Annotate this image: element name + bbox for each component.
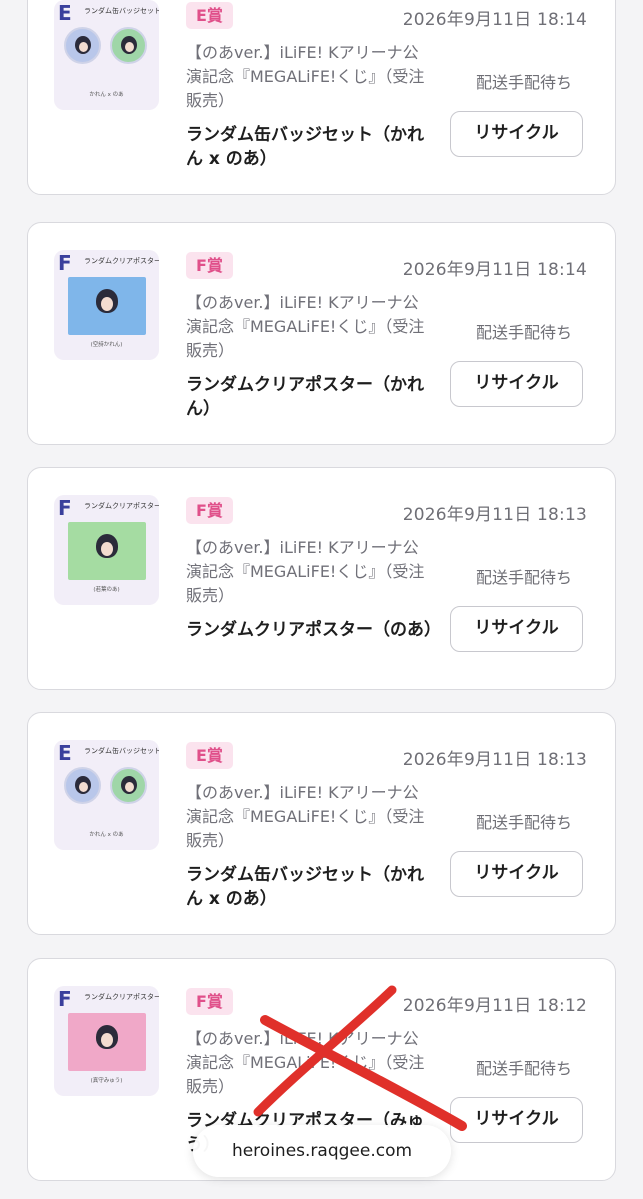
product-thumbnail[interactable]: F ランダムクリアポスター (真守みゅう): [54, 986, 159, 1096]
lottery-result-card: E ランダム缶バッジセット かれん x のあ E賞 2026年9月11日 18:…: [27, 712, 616, 935]
prize-tag: E賞: [186, 742, 233, 769]
recycle-button[interactable]: リサイクル: [450, 851, 583, 897]
product-thumbnail[interactable]: E ランダム缶バッジセット かれん x のあ: [54, 0, 159, 110]
shipping-status: 配送手配待ち: [475, 1059, 572, 1078]
event-name: 【のあver.】iLiFE! Kアリーナ公演記念『MEGALiFE!くじ』（受注…: [186, 538, 425, 605]
shipping-status: 配送手配待ち: [475, 323, 572, 342]
draw-date: 2026年9月11日 18:13: [402, 505, 587, 525]
thumb-caption: かれん x のあ: [89, 92, 124, 98]
recycle-button[interactable]: リサイクル: [450, 1097, 583, 1143]
lottery-result-card: F ランダムクリアポスター (若葉のあ) F賞 2026年9月11日 18:13 …: [27, 467, 616, 690]
lottery-result-card: F ランダムクリアポスター (空詩かれん) F賞 2026年9月11日 18:14…: [27, 222, 616, 445]
item-name: ランダム缶バッジセット（かれん x のあ）: [186, 125, 424, 169]
prize-letter-icon: F: [58, 251, 72, 275]
url-bar[interactable]: heroines.raqgee.com: [193, 1125, 451, 1177]
item-name: ランダム缶バッジセット（かれん x のあ）: [186, 865, 424, 909]
thumb-caption: (若葉のあ): [93, 587, 120, 593]
event-name: 【のあver.】iLiFE! Kアリーナ公演記念『MEGALiFE!くじ』（受注…: [186, 293, 425, 360]
url-text: heroines.raqgee.com: [231, 1141, 413, 1161]
product-thumbnail[interactable]: E ランダム缶バッジセット かれん x のあ: [54, 740, 159, 850]
thumb-caption: かれん x のあ: [89, 832, 124, 838]
draw-date: 2026年9月11日 18:12: [402, 996, 587, 1016]
shipping-status: 配送手配待ち: [475, 73, 572, 92]
badge-image: [110, 27, 147, 64]
recycle-button[interactable]: リサイクル: [450, 111, 583, 157]
prize-letter-icon: F: [58, 987, 72, 1011]
thumb-title: ランダム缶バッジセット: [84, 7, 159, 15]
draw-date: 2026年9月11日 18:14: [402, 10, 587, 30]
item-name: ランダムクリアポスター（かれん）: [186, 375, 424, 419]
prize-letter-icon: F: [58, 496, 72, 520]
prize-letter-icon: E: [58, 741, 72, 765]
prize-letter-icon: E: [58, 1, 72, 25]
badge-image: [64, 27, 101, 64]
badge-image: [64, 767, 101, 804]
prize-tag: F賞: [186, 988, 233, 1015]
recycle-button[interactable]: リサイクル: [450, 606, 583, 652]
event-name: 【のあver.】iLiFE! Kアリーナ公演記念『MEGALiFE!くじ』（受注…: [186, 783, 425, 850]
lottery-result-card: E ランダム缶バッジセット かれん x のあ E賞 2026年9月11日 18:…: [27, 0, 616, 195]
event-name: 【のあver.】iLiFE! Kアリーナ公演記念『MEGALiFE!くじ』（受注…: [186, 1029, 425, 1096]
thumb-title: ランダムクリアポスター: [84, 257, 159, 265]
thumb-title: ランダム缶バッジセット: [84, 747, 159, 755]
poster-image: [68, 522, 146, 580]
thumb-title: ランダムクリアポスター: [84, 993, 159, 1001]
thumb-caption: (真守みゅう): [90, 1078, 123, 1084]
shipping-status: 配送手配待ち: [475, 813, 572, 832]
event-name: 【のあver.】iLiFE! Kアリーナ公演記念『MEGALiFE!くじ』（受注…: [186, 43, 425, 110]
shipping-status: 配送手配待ち: [475, 568, 572, 587]
product-thumbnail[interactable]: F ランダムクリアポスター (空詩かれん): [54, 250, 159, 360]
prize-tag: E賞: [186, 2, 233, 29]
thumb-caption: (空詩かれん): [90, 342, 123, 348]
prize-tag: F賞: [186, 252, 233, 279]
item-name: ランダムクリアポスター（のあ）: [186, 620, 441, 640]
thumb-title: ランダムクリアポスター: [84, 502, 159, 510]
poster-image: [68, 1013, 146, 1071]
draw-date: 2026年9月11日 18:13: [402, 750, 587, 770]
recycle-button[interactable]: リサイクル: [450, 361, 583, 407]
poster-image: [68, 277, 146, 335]
draw-date: 2026年9月11日 18:14: [402, 260, 587, 280]
badge-image: [110, 767, 147, 804]
product-thumbnail[interactable]: F ランダムクリアポスター (若葉のあ): [54, 495, 159, 605]
prize-tag: F賞: [186, 497, 233, 524]
